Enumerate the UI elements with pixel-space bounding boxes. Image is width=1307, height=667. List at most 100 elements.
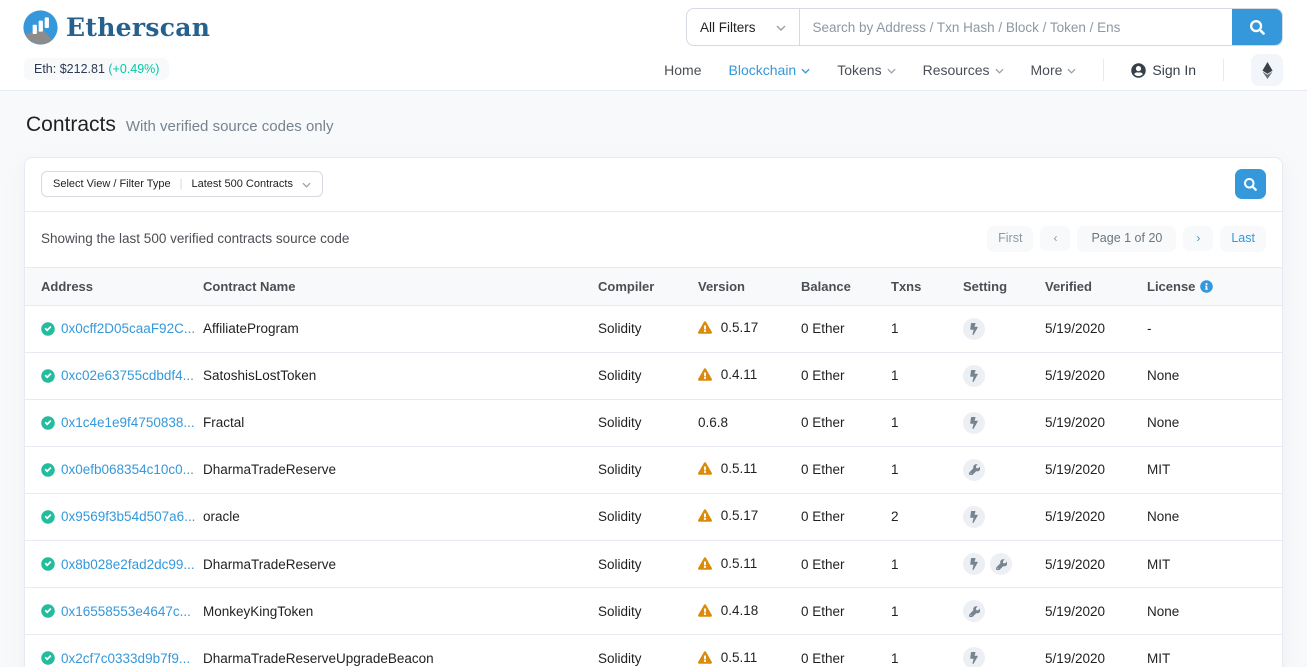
nav-item-blockchain[interactable]: Blockchain [729, 62, 811, 78]
contract-address-link[interactable]: 0xc02e63755cdbdf4... [61, 368, 194, 383]
table-row: 0x1c4e1e9f4750838... Fractal Solidity 0.… [25, 399, 1282, 446]
warning-icon[interactable] [698, 605, 716, 620]
contracts-table: Address Contract Name Compiler Version B… [25, 267, 1282, 667]
pagination-prev-button[interactable]: ‹ [1040, 226, 1070, 251]
column-header-verified: Verified [1037, 267, 1139, 305]
contract-address-link[interactable]: 0x16558553e4647c... [61, 604, 191, 619]
warning-icon[interactable] [698, 558, 716, 573]
verified-check-icon [41, 604, 55, 618]
table-row: 0x2cf7c0333d9b7f9... DharmaTradeReserveU… [25, 635, 1282, 667]
warning-icon[interactable] [698, 322, 716, 337]
version-text: 0.5.11 [721, 650, 758, 665]
sign-in-button[interactable]: Sign In [1131, 62, 1196, 78]
nav-divider [1103, 59, 1104, 81]
info-icon[interactable] [1200, 280, 1213, 293]
contract-address-link[interactable]: 0x0efb068354c10c0... [61, 462, 194, 477]
contract-address-link[interactable]: 0x8b028e2fad2dc99... [61, 557, 195, 572]
page-title-row: Contracts With verified source codes onl… [26, 113, 1283, 137]
chevron-down-icon [302, 182, 311, 188]
table-row: 0xc02e63755cdbdf4... SatoshisLostToken S… [25, 352, 1282, 399]
version-cell: 0.5.11 [690, 446, 793, 493]
search-button[interactable] [1232, 9, 1282, 45]
license: MIT [1139, 540, 1282, 588]
contract-name: oracle [195, 493, 590, 540]
setting-cell [955, 305, 1037, 352]
bolt-icon[interactable] [963, 506, 985, 528]
warning-icon[interactable] [698, 463, 716, 478]
chevron-down-icon [995, 68, 1004, 74]
user-icon [1131, 63, 1146, 78]
view-filter-label: Select View / Filter Type [53, 178, 171, 190]
txn-count: 1 [883, 635, 955, 667]
chevron-down-icon [887, 68, 896, 74]
pagination-next-button[interactable]: › [1183, 226, 1213, 251]
wrench-icon[interactable] [963, 600, 985, 622]
setting-cell [955, 635, 1037, 667]
bolt-icon[interactable] [963, 647, 985, 667]
verified-check-icon [41, 557, 55, 571]
search-filter-dropdown[interactable]: All Filters [687, 9, 800, 45]
txn-count: 1 [883, 540, 955, 588]
contracts-card: Select View / Filter Type | Latest 500 C… [24, 157, 1283, 667]
nav-item-tokens[interactable]: Tokens [837, 62, 895, 78]
txn-count: 2 [883, 493, 955, 540]
contract-address-link[interactable]: 0x9569f3b54d507a6... [61, 509, 195, 524]
nav-item-more[interactable]: More [1031, 62, 1077, 78]
version-cell: 0.4.18 [690, 588, 793, 635]
table-row: 0x16558553e4647c... MonkeyKingToken Soli… [25, 588, 1282, 635]
column-header-setting: Setting [955, 267, 1037, 305]
page-subtitle: With verified source codes only [126, 118, 334, 135]
global-search-bar: All Filters [686, 8, 1283, 46]
license: None [1139, 493, 1282, 540]
balance: 0 Ether [793, 352, 883, 399]
version-text: 0.5.17 [721, 508, 759, 523]
contract-address-link[interactable]: 0x2cf7c0333d9b7f9... [61, 651, 190, 666]
version-text: 0.4.11 [721, 367, 758, 382]
verified-date: 5/19/2020 [1037, 352, 1139, 399]
warning-icon[interactable] [698, 652, 716, 667]
balance: 0 Ether [793, 635, 883, 667]
bolt-icon[interactable] [963, 318, 985, 340]
view-filter-dropdown[interactable]: Select View / Filter Type | Latest 500 C… [41, 171, 323, 197]
pagination-first-button[interactable]: First [987, 226, 1033, 252]
contract-address-link[interactable]: 0x0cff2D05caaF92C... [61, 321, 195, 336]
filter-separator: | [180, 178, 183, 190]
txn-count: 1 [883, 446, 955, 493]
license: MIT [1139, 446, 1282, 493]
wrench-icon[interactable] [990, 553, 1012, 575]
table-row: 0x9569f3b54d507a6... oracle Solidity 0.5… [25, 493, 1282, 540]
compiler: Solidity [590, 446, 690, 493]
bolt-icon[interactable] [963, 553, 985, 575]
bolt-icon[interactable] [963, 365, 985, 387]
pagination-last-button[interactable]: Last [1220, 226, 1266, 252]
license: None [1139, 352, 1282, 399]
warning-icon[interactable] [698, 510, 716, 525]
eth-price-badge[interactable]: Eth: $212.81 (+0.49%) [24, 58, 169, 80]
contract-address-link[interactable]: 0x1c4e1e9f4750838... [61, 415, 195, 430]
txn-count: 1 [883, 588, 955, 635]
verified-date: 5/19/2020 [1037, 305, 1139, 352]
setting-cell [955, 540, 1037, 588]
nav-item-resources[interactable]: Resources [923, 62, 1004, 78]
bolt-icon[interactable] [963, 412, 985, 434]
table-search-button[interactable] [1235, 169, 1266, 199]
table-header-row: Address Contract Name Compiler Version B… [25, 267, 1282, 305]
balance: 0 Ether [793, 493, 883, 540]
warning-icon[interactable] [698, 369, 716, 384]
version-text: 0.5.11 [721, 556, 758, 571]
balance: 0 Ether [793, 588, 883, 635]
version-text: 0.4.18 [721, 603, 759, 618]
column-header-license: License [1139, 267, 1282, 305]
column-header-version: Version [690, 267, 793, 305]
version-cell: 0.5.17 [690, 305, 793, 352]
wrench-icon[interactable] [963, 459, 985, 481]
search-input[interactable] [800, 9, 1232, 45]
network-switcher-button[interactable] [1251, 54, 1283, 86]
verified-date: 5/19/2020 [1037, 540, 1139, 588]
contract-name: DharmaTradeReserveUpgradeBeacon [195, 635, 590, 667]
setting-cell [955, 352, 1037, 399]
nav-item-home[interactable]: Home [664, 62, 701, 78]
version-cell: 0.5.11 [690, 635, 793, 667]
etherscan-logo[interactable]: Etherscan [22, 9, 210, 46]
column-header-address: Address [25, 267, 195, 305]
